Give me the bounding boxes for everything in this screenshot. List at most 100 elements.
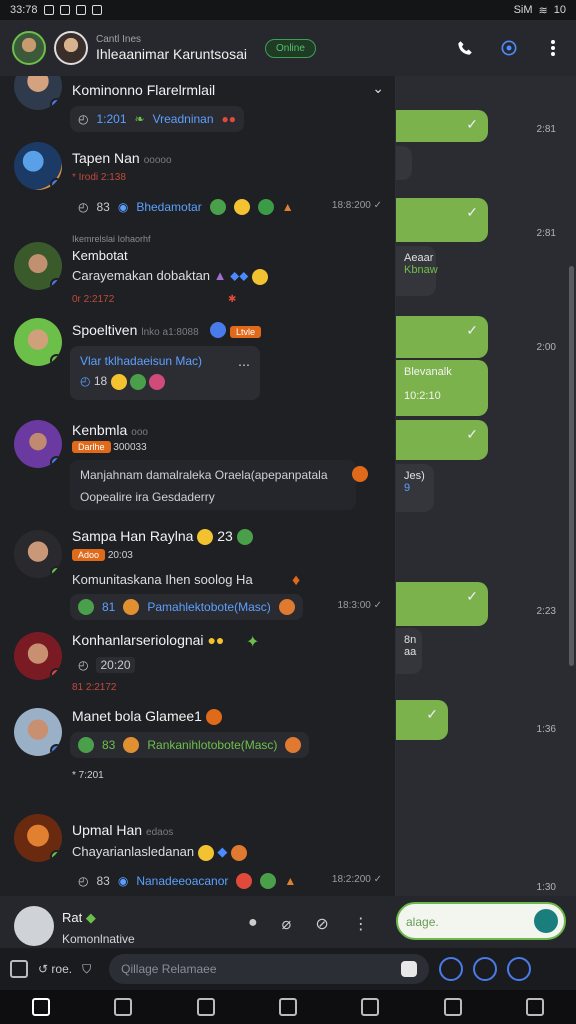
link-icon[interactable]: ⊘ xyxy=(315,914,328,934)
contact-name: Kenbmla ooo xyxy=(72,422,148,438)
grid-icon[interactable] xyxy=(525,998,544,1016)
rotate-icon: ↺ xyxy=(38,962,49,976)
notification-icon xyxy=(43,5,54,15)
message-time: 2:81 xyxy=(536,124,556,135)
battery-level: 10 xyxy=(553,4,566,16)
globe-icon: ◉ xyxy=(117,200,129,214)
chevron-down-icon[interactable]: ⌄ xyxy=(372,80,384,97)
meta-text: 81 2:2172 xyxy=(72,682,117,693)
tag-row: Adoo 20:03 xyxy=(72,549,133,561)
check-icon: ✓ xyxy=(466,116,478,132)
message-bubble[interactable]: ✓ xyxy=(396,316,488,358)
header-title: Ihleaanimar Karuntsosai xyxy=(96,45,247,62)
status-bar: 33:78 SiM ≋ 10 xyxy=(0,0,576,20)
message-preview: ◴ 20:20 xyxy=(70,652,143,678)
app-icon[interactable] xyxy=(10,960,28,978)
message-bubble[interactable] xyxy=(396,146,412,180)
avatar[interactable] xyxy=(14,906,54,946)
message-time: 18:3:00 ✓ xyxy=(337,600,382,611)
message-text: 10:2:10 xyxy=(404,390,441,402)
status-dot xyxy=(50,668,62,680)
status-dot xyxy=(50,178,62,190)
gallery-icon[interactable] xyxy=(443,998,462,1016)
contact-name: Upmal Han edaos xyxy=(72,822,174,838)
scrollbar[interactable] xyxy=(569,266,574,666)
keyboard-icon[interactable] xyxy=(401,961,418,977)
message-bubble[interactable]: ✓ xyxy=(396,700,448,740)
message-bubble[interactable]: ✓ xyxy=(396,110,488,142)
message-bubble[interactable]: ✓ xyxy=(396,198,488,242)
card-line: Manjahnam damalraleka Oraela(apepanpatal… xyxy=(80,468,328,482)
contact-name: Manet bola Glamee1 xyxy=(72,708,222,726)
message-bubble[interactable]: Aeaar Kbnaw xyxy=(396,246,438,296)
message-text: Carayemakan dobaktan ▲ ⬥⬥ xyxy=(72,268,268,285)
emoji-icon: ⬥⬥ xyxy=(230,268,249,283)
reaction-icon xyxy=(352,466,368,482)
home-icon[interactable] xyxy=(32,998,51,1016)
add-icon[interactable] xyxy=(507,957,532,981)
contact-name: Spoeltiven lnko a1:8088 xyxy=(72,322,199,338)
sticker-icon[interactable]: ● xyxy=(248,914,258,934)
message-text: 9 xyxy=(404,482,411,494)
message-text: Aeaar xyxy=(404,252,434,264)
composer-desc: Komonlnative xyxy=(62,932,135,946)
message-text: Komunitaskana Ihen soolog Ha xyxy=(72,572,253,587)
status-dot xyxy=(50,744,62,756)
message-time: 18:8:200 ✓ xyxy=(331,200,382,211)
more-icon[interactable] xyxy=(542,37,564,59)
camera-icon[interactable] xyxy=(278,998,297,1016)
emoji-icon: ◆ xyxy=(217,844,228,859)
check-icon: ✓ xyxy=(466,322,478,338)
shield-icon[interactable]: ⛉ xyxy=(82,962,91,977)
status-badge: Ltvle xyxy=(230,322,262,340)
emoji-icon xyxy=(197,529,214,546)
check-icon: ✓ xyxy=(466,204,478,220)
avatar[interactable] xyxy=(12,31,46,65)
avatar[interactable] xyxy=(54,31,88,65)
message-card[interactable]: Vlar tklhadaeisun Mac) ◴ 18 ⋯ xyxy=(70,346,260,400)
contact-name: Kominonno Flarelrmlail xyxy=(72,82,216,98)
clock-icon[interactable] xyxy=(473,957,498,981)
tag-row: Darlhe 300033 xyxy=(72,441,147,453)
more-icon[interactable]: ⋯ xyxy=(238,358,250,372)
contact-name: Kembotat xyxy=(72,248,128,263)
message-time: 18:2:200 ✓ xyxy=(331,874,382,885)
send-icon[interactable] xyxy=(534,909,558,933)
message-bubble[interactable]: 8n aa xyxy=(396,628,422,674)
pin-icon: ✱ xyxy=(228,294,237,305)
message-bubble[interactable]: ✓ xyxy=(396,582,488,626)
timer-icon[interactable] xyxy=(439,957,464,981)
message-card[interactable]: Manjahnam damalraleka Oraela(apepanpatal… xyxy=(70,460,356,510)
message-input[interactable]: alage. xyxy=(396,902,566,940)
avatar xyxy=(14,76,62,110)
emoji-icon xyxy=(285,737,302,753)
video-icon[interactable] xyxy=(498,37,520,59)
emoji-icon xyxy=(260,873,277,889)
message-text: aa xyxy=(404,646,417,658)
message-text: 8n xyxy=(404,634,417,646)
recent-apps-icon[interactable] xyxy=(196,998,215,1016)
fire-icon: ▲ xyxy=(281,200,294,214)
emoji-icon xyxy=(251,268,268,285)
avatar xyxy=(14,708,62,756)
search-input[interactable]: Qillage Relamaee xyxy=(109,954,430,984)
message-bubble[interactable]: ✓ xyxy=(396,420,488,460)
message-preview: ◴ 83 ◉ Bhedamotar ▲ xyxy=(78,199,294,215)
contact-name: Sampa Han Raylna 23 xyxy=(72,528,253,546)
message-bubble[interactable]: Blevanalk 10:2:10 xyxy=(396,360,488,416)
tool-label[interactable]: ↺ roe. xyxy=(38,962,72,976)
message-bubble[interactable]: Jes) 9 xyxy=(396,464,434,512)
message-time: 2:81 xyxy=(536,228,556,239)
fire-icon: ▲ xyxy=(284,874,297,888)
notification-icon xyxy=(59,5,70,15)
avatar xyxy=(14,318,62,366)
chat-area: ✓ 2:81 ✓ 2:81 Aeaar Kbnaw ✓ 2:00 Blevanal… xyxy=(396,76,576,896)
shield-icon: ◆ xyxy=(85,910,96,925)
back-icon[interactable] xyxy=(114,998,133,1016)
more-icon[interactable]: ⋮ xyxy=(353,914,369,934)
emoji-icon xyxy=(231,844,248,861)
chat-icon[interactable] xyxy=(361,998,380,1016)
avatar xyxy=(14,142,62,190)
phone-icon[interactable] xyxy=(454,37,476,59)
attach-icon[interactable]: ⌀ xyxy=(282,914,292,934)
